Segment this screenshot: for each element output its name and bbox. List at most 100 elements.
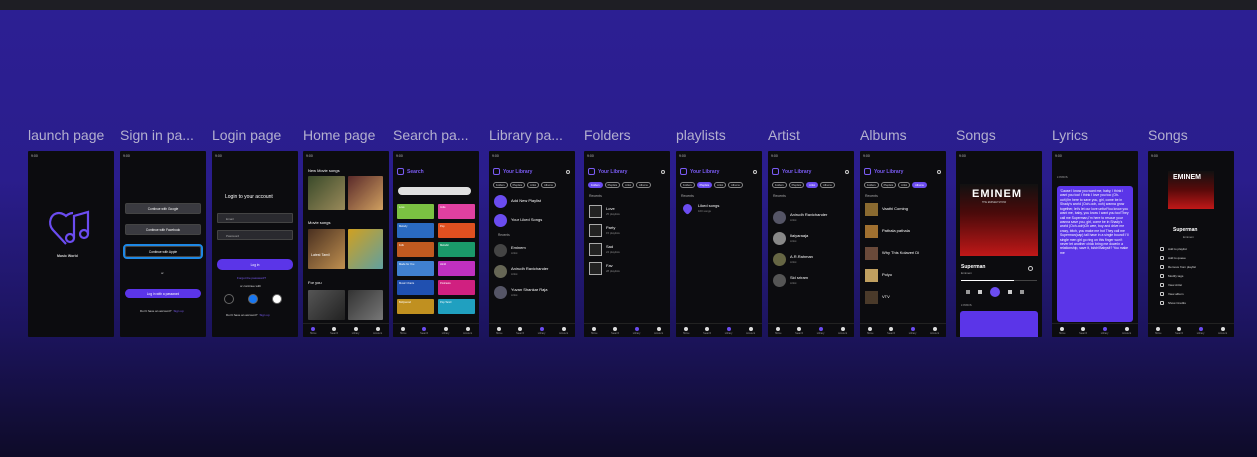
nav-library[interactable]: Library [1101, 326, 1108, 335]
phone-folders[interactable]: 9:00 Your Library Folders Playlists Arti… [584, 151, 670, 337]
liked-songs-row[interactable]: Your Liked Songs [494, 214, 571, 227]
menu-item[interactable]: Add to playlist [1160, 247, 1196, 251]
progress-bar[interactable] [961, 280, 1037, 281]
facebook-icon[interactable] [248, 294, 258, 304]
frame-label-artist[interactable]: Artist [768, 127, 856, 143]
chip-artist[interactable]: Artist [714, 182, 727, 188]
chip-albums[interactable]: Albums [820, 182, 835, 188]
nav-account[interactable]: Account [1218, 326, 1227, 335]
list-item[interactable]: Anirudh Ravichander Artist [494, 265, 571, 278]
chip-folders[interactable]: Folders [680, 182, 695, 188]
search-icon[interactable] [937, 170, 941, 174]
chip-folders[interactable]: Folders [588, 182, 603, 188]
shuffle-icon[interactable] [966, 290, 970, 294]
lyrics-box[interactable]: 'Cause I know you want me, baby, I think… [1057, 186, 1133, 322]
menu-item[interactable]: Remove from playlist [1160, 265, 1196, 269]
movie-thumb-6[interactable] [348, 290, 383, 320]
nav-account[interactable]: Account [654, 326, 663, 335]
frame-label-library[interactable]: Library pa... [489, 127, 577, 143]
genre-tile[interactable]: Melodic [438, 242, 475, 257]
list-item[interactable]: Liked songs 100 songs [681, 202, 758, 215]
genre-tile[interactable]: Made for You [397, 261, 434, 276]
repeat-icon[interactable] [1020, 290, 1024, 294]
chip-playlists[interactable]: Playlists [880, 182, 897, 188]
movie-thumb-4[interactable] [348, 229, 383, 269]
nav-home[interactable]: Home [775, 326, 782, 335]
google-button[interactable]: Continue with Google [125, 203, 201, 214]
chip-playlists[interactable]: Playlists [696, 182, 713, 188]
chip-folders[interactable]: Folders [772, 182, 787, 188]
list-item[interactable]: Sad 24 playlists [589, 243, 666, 256]
next-icon[interactable] [1008, 290, 1012, 294]
list-item[interactable]: Eminem Artist [494, 244, 571, 257]
list-item[interactable]: Polyo [865, 269, 942, 282]
chip-albums[interactable]: Albums [541, 182, 556, 188]
frame-label-search[interactable]: Search pa... [393, 127, 481, 143]
menu-item[interactable]: View Artist [1160, 283, 1196, 287]
nav-library[interactable]: Library [817, 326, 824, 335]
list-item[interactable]: Love 25 playlists [589, 205, 666, 218]
heart-icon[interactable] [1028, 266, 1033, 271]
list-item[interactable]: Party 15 playlists [589, 224, 666, 237]
list-item[interactable]: Fav 28 playlists [589, 262, 666, 275]
play-button[interactable] [990, 287, 1000, 297]
nav-search[interactable]: Search [1079, 326, 1087, 335]
list-item[interactable]: Pathala pathala [865, 225, 942, 238]
genre-tile[interactable]: Melody [397, 223, 434, 238]
frame-label-lyrics[interactable]: Lyrics [1052, 127, 1140, 143]
chip-albums[interactable]: Albums [912, 182, 927, 188]
signup-link[interactable]: Sign up [259, 313, 269, 317]
list-item[interactable]: A.R.Rahman Artist [773, 253, 850, 266]
menu-item[interactable]: View album [1160, 292, 1196, 296]
phone-search[interactable]: 9:00 Search Love Indie Melody Pop Folk M… [393, 151, 479, 337]
nav-search[interactable]: Search [887, 326, 895, 335]
nav-account[interactable]: Account [930, 326, 939, 335]
phone-login[interactable]: 9:00 Login to your account Email Passwor… [212, 151, 298, 337]
nav-home[interactable]: Home [496, 326, 503, 335]
login-button[interactable]: Log in [217, 259, 293, 270]
genre-tile[interactable]: Love [397, 204, 434, 219]
menu-item[interactable]: Show Credits [1160, 301, 1196, 305]
nav-library[interactable]: Library [909, 326, 916, 335]
nav-home[interactable]: Home [1059, 326, 1066, 335]
chip-playlists[interactable]: Playlists [509, 182, 526, 188]
phone-song-menu[interactable]: 9:00 EMINEM Superman Eminem Add to playl… [1148, 151, 1234, 337]
nav-home[interactable]: Home [400, 326, 407, 335]
list-item[interactable]: VTV [865, 291, 942, 304]
genre-tile[interactable]: Hindi [438, 261, 475, 276]
phone-library[interactable]: 9:00 Your Library Folders Playlists Arti… [489, 151, 575, 337]
nav-account[interactable]: Account [1122, 326, 1131, 335]
phone-playlists[interactable]: 9:00 Your Library Folders Playlists Arti… [676, 151, 762, 337]
nav-account[interactable]: Account [559, 326, 568, 335]
search-icon[interactable] [845, 170, 849, 174]
chip-folders[interactable]: Folders [493, 182, 508, 188]
movie-thumb-1[interactable] [308, 176, 345, 210]
nav-home[interactable]: Home [1155, 326, 1162, 335]
genre-tile[interactable]: Pop [438, 223, 475, 238]
chip-albums[interactable]: Albums [636, 182, 651, 188]
nav-search[interactable]: Search [420, 326, 428, 335]
movie-thumb-3[interactable]: Latest Tamil [308, 229, 345, 269]
phone-signin[interactable]: 9:00 Continue with Google Continue with … [120, 151, 206, 337]
nav-library[interactable]: Library [442, 326, 449, 335]
google-icon[interactable] [224, 294, 234, 304]
chip-artist[interactable]: Artist [898, 182, 911, 188]
genre-tile[interactable]: Bollywood [397, 299, 434, 314]
lyrics-preview[interactable] [960, 311, 1038, 337]
frame-label-albums[interactable]: Albums [860, 127, 948, 143]
search-input[interactable] [398, 187, 471, 195]
chip-playlists[interactable]: Playlists [604, 182, 621, 188]
list-item[interactable]: Vaathi Coming [865, 203, 942, 216]
search-icon[interactable] [753, 170, 757, 174]
phone-lyrics[interactable]: 9:00 LYRICS 'Cause I know you want me, b… [1052, 151, 1138, 337]
nav-search[interactable]: Search [703, 326, 711, 335]
nav-account[interactable]: Account [746, 326, 755, 335]
nav-home[interactable]: Home [310, 326, 317, 335]
frame-label-home[interactable]: Home page [303, 127, 391, 143]
forgot-password-link[interactable]: Forgot the password? [237, 276, 266, 280]
nav-account[interactable]: Account [373, 326, 382, 335]
frame-label-folders[interactable]: Folders [584, 127, 672, 143]
chip-playlists[interactable]: Playlists [788, 182, 805, 188]
chip-artist[interactable]: Artist [527, 182, 540, 188]
list-item[interactable]: Yuvan Shankar Raja Artist [494, 286, 571, 299]
